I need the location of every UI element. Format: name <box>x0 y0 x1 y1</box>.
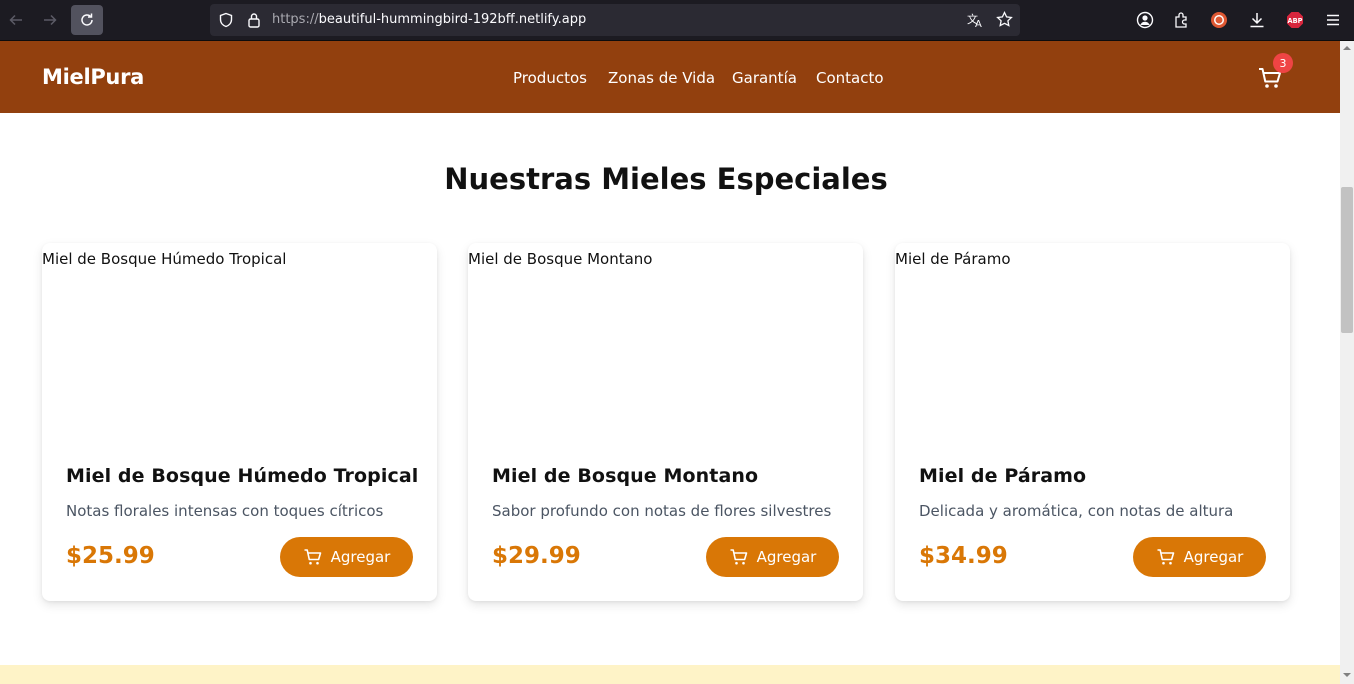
nav-link-productos[interactable]: Productos <box>513 69 587 87</box>
cart-icon <box>730 549 747 565</box>
forward-button[interactable] <box>34 5 66 35</box>
back-icon <box>9 14 22 26</box>
url-protocol: https:// <box>272 12 319 27</box>
url-host: beautiful-hummingbird-192bff.netlify.app <box>318 12 587 27</box>
product-description: Sabor profundo con notas de flores silve… <box>492 502 832 520</box>
add-to-cart-button[interactable]: Agregar <box>706 537 839 577</box>
product-description: Delicada y aromática, con notas de altur… <box>919 502 1234 520</box>
cart-count-badge: 3 <box>1273 53 1293 73</box>
reload-button[interactable] <box>71 5 103 35</box>
page-scrollbar[interactable] <box>1340 41 1354 684</box>
product-image: Miel de Bosque Húmedo Tropical <box>42 250 287 268</box>
address-bar[interactable]: https://beautiful-hummingbird-192bff.net… <box>210 4 1020 36</box>
product-name: Miel de Páramo <box>919 465 1087 487</box>
cart-icon <box>1157 549 1174 565</box>
abp-icon[interactable]: ABP <box>1286 11 1304 29</box>
star-icon[interactable] <box>996 11 1013 28</box>
product-price: $25.99 <box>66 543 155 569</box>
svg-text:A: A <box>975 19 982 28</box>
nav-link-zonas[interactable]: Zonas de Vida <box>608 69 715 87</box>
add-button-label: Agregar <box>330 548 391 566</box>
product-name: Miel de Bosque Húmedo Tropical <box>66 465 419 487</box>
duckduckgo-icon[interactable] <box>1210 11 1228 29</box>
product-card: Miel de Bosque Húmedo Tropical Miel de B… <box>42 243 437 601</box>
account-icon[interactable] <box>1136 11 1154 29</box>
product-name: Miel de Bosque Montano <box>492 465 759 487</box>
browser-toolbar: https://beautiful-hummingbird-192bff.net… <box>0 0 1354 41</box>
scroll-down-icon[interactable] <box>1343 671 1351 679</box>
abp-label: ABP <box>1288 17 1303 25</box>
add-to-cart-button[interactable]: Agregar <box>280 537 413 577</box>
cart-icon <box>304 549 321 565</box>
url-text[interactable]: https://beautiful-hummingbird-192bff.net… <box>272 12 586 27</box>
product-price: $34.99 <box>919 543 1008 569</box>
product-card: Miel de Páramo Miel de Páramo Delicada y… <box>895 243 1290 601</box>
site-logo[interactable]: MielPura <box>42 65 144 89</box>
scrollbar-thumb[interactable] <box>1341 187 1353 333</box>
section-title: Nuestras Mieles Especiales <box>444 162 888 196</box>
add-button-label: Agregar <box>1183 548 1244 566</box>
product-price: $29.99 <box>492 543 581 569</box>
product-description: Notas florales intensas con toques cítri… <box>66 502 384 520</box>
site-header: MielPura Productos Zonas de Vida Garantí… <box>0 41 1340 113</box>
scroll-up-icon[interactable] <box>1343 44 1351 52</box>
translate-icon[interactable]: 文A <box>967 12 985 28</box>
shield-icon[interactable] <box>218 12 234 28</box>
product-image: Miel de Bosque Montano <box>468 250 653 268</box>
add-to-cart-button[interactable]: Agregar <box>1133 537 1266 577</box>
download-icon[interactable] <box>1248 11 1266 29</box>
nav-link-contacto[interactable]: Contacto <box>816 69 884 87</box>
lock-icon[interactable] <box>247 12 261 28</box>
add-button-label: Agregar <box>756 548 817 566</box>
next-section-band <box>0 665 1340 684</box>
forward-icon <box>44 14 57 26</box>
product-card: Miel de Bosque Montano Miel de Bosque Mo… <box>468 243 863 601</box>
product-image: Miel de Páramo <box>895 250 1011 268</box>
back-button[interactable] <box>0 5 32 35</box>
nav-link-garantia[interactable]: Garantía <box>732 69 797 87</box>
menu-icon[interactable] <box>1324 11 1342 29</box>
extensions-icon[interactable] <box>1172 11 1190 29</box>
reload-icon <box>81 13 93 26</box>
